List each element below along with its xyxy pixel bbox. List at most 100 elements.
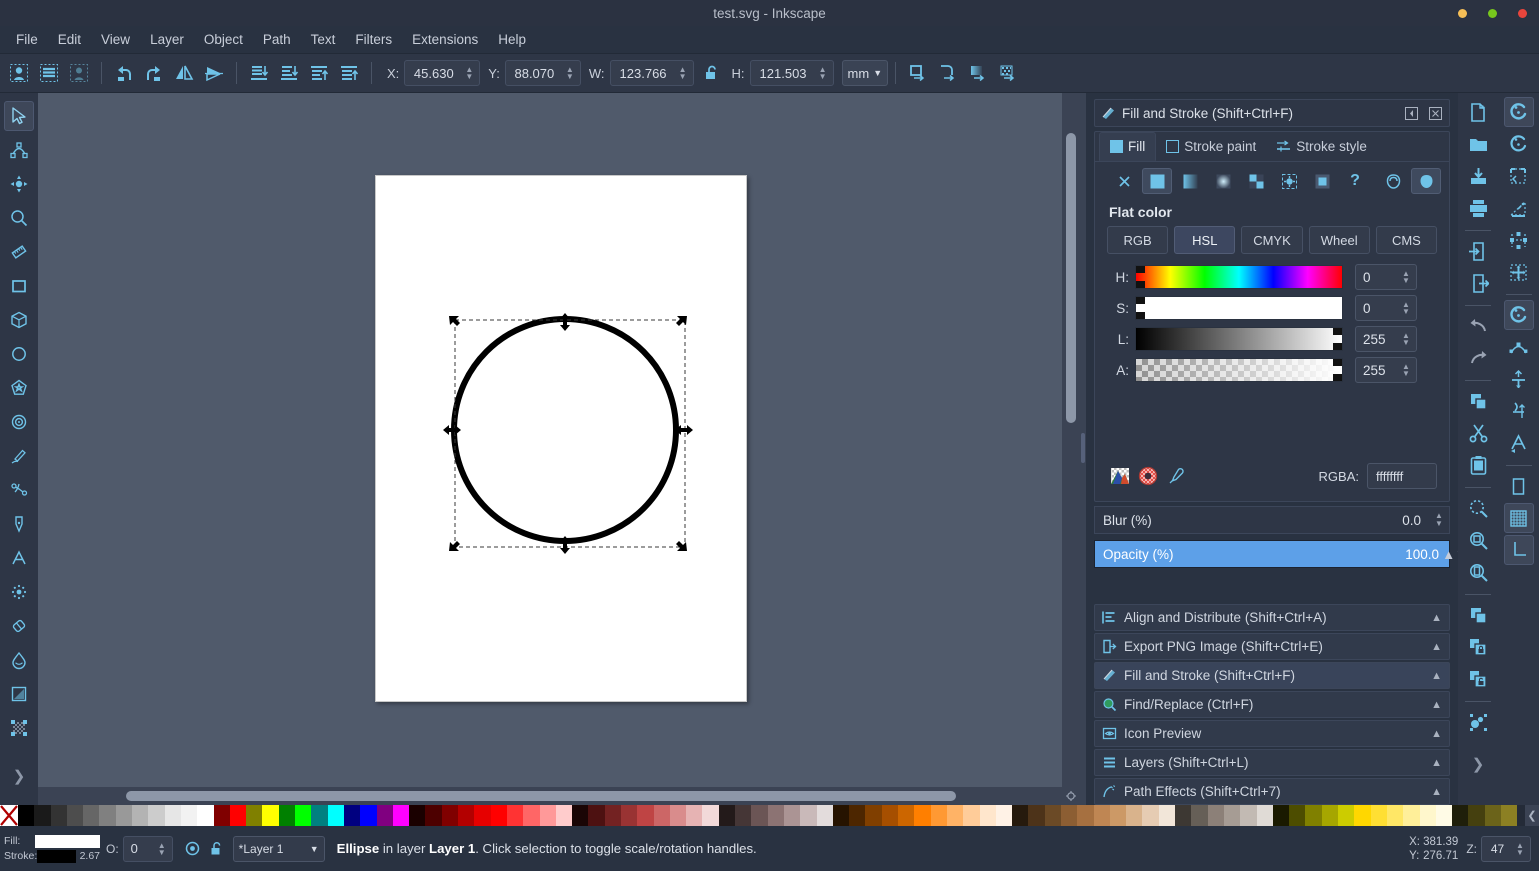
chevron-up-icon[interactable]: ▲: [1431, 670, 1442, 682]
save-icon[interactable]: [1463, 161, 1493, 191]
measure-tool[interactable]: [4, 237, 34, 267]
selector-tool[interactable]: [4, 101, 34, 131]
dock-item-export-png-image[interactable]: Export PNG Image (Shift+Ctrl+E) ▲: [1094, 633, 1450, 660]
gradient-tool[interactable]: [4, 679, 34, 709]
zoom-stepper[interactable]: ▲ ▼: [1513, 841, 1527, 856]
saturation-input[interactable]: 0 ▲ ▼: [1355, 295, 1417, 321]
palette-swatch[interactable]: [392, 805, 410, 826]
flat-square-icon[interactable]: [1142, 168, 1172, 194]
palette-swatch[interactable]: [849, 805, 866, 826]
slider-marker[interactable]: [1333, 374, 1342, 381]
unlocked-icon[interactable]: [205, 837, 229, 861]
close-button[interactable]: [1518, 8, 1527, 18]
layer-selector[interactable]: *Layer 1 ▼: [232, 835, 325, 862]
fill-swatch[interactable]: [34, 834, 100, 848]
height-stepper[interactable]: ▲ ▼: [816, 66, 830, 81]
palette-swatch[interactable]: [1386, 805, 1404, 826]
palette-swatch[interactable]: [197, 805, 214, 826]
palette-swatch[interactable]: [637, 805, 654, 826]
new-file-icon[interactable]: [1463, 97, 1493, 127]
palette-swatch[interactable]: [1126, 805, 1143, 826]
color-mode-wheel[interactable]: Wheel: [1308, 226, 1370, 254]
snap-smooth-icon[interactable]: [1504, 364, 1534, 394]
palette-swatch[interactable]: [1435, 805, 1453, 826]
stroke-swatch[interactable]: [37, 849, 76, 863]
lightness-slider-track[interactable]: [1135, 327, 1343, 351]
color-managed-icon[interactable]: [1109, 465, 1131, 487]
palette-swatch[interactable]: [262, 805, 279, 826]
select-all-icon[interactable]: [5, 59, 33, 87]
menu-help[interactable]: Help: [488, 29, 536, 50]
palette-swatch[interactable]: [1501, 805, 1518, 826]
zoom-drawing-icon[interactable]: [1463, 525, 1493, 555]
palette-swatch[interactable]: [1256, 805, 1273, 826]
select-all-layers-icon[interactable]: [35, 59, 63, 87]
palette-swatch[interactable]: [832, 805, 850, 826]
menu-path[interactable]: Path: [253, 29, 301, 50]
palette-swatch[interactable]: [735, 805, 752, 826]
spiral-tool[interactable]: [4, 407, 34, 437]
scrollbar-thumb[interactable]: [1066, 133, 1076, 423]
palette-swatch[interactable]: [246, 805, 263, 826]
palette-swatch[interactable]: [506, 805, 524, 826]
canvas-area[interactable]: [38, 93, 1080, 805]
rotate-cw-icon[interactable]: [140, 59, 168, 87]
menu-object[interactable]: Object: [194, 29, 253, 50]
slider-marker[interactable]: [1136, 297, 1145, 304]
palette-swatch[interactable]: [1142, 805, 1159, 826]
opacity-stepper[interactable]: ▲▼: [155, 841, 169, 856]
palette-swatch[interactable]: [572, 805, 589, 826]
palette-swatch[interactable]: [490, 805, 507, 826]
nonzero-icon[interactable]: [1411, 168, 1441, 194]
opacity-row[interactable]: Opacity (%) 100.0: [1094, 540, 1450, 568]
group-lock-icon[interactable]: [1463, 632, 1493, 662]
x-icon[interactable]: [1109, 168, 1139, 194]
lightness-stepper[interactable]: ▲ ▼: [1399, 332, 1413, 347]
spray-tool[interactable]: [4, 577, 34, 607]
canvas-vertical-scrollbar[interactable]: [1062, 93, 1080, 787]
height-input[interactable]: 121.503 ▲ ▼: [749, 60, 834, 86]
lower-icon[interactable]: [275, 59, 303, 87]
color-mode-cms[interactable]: CMS: [1375, 226, 1438, 254]
lightness-input[interactable]: 255 ▲ ▼: [1355, 326, 1417, 352]
palette-swatch[interactable]: [995, 805, 1013, 826]
palette-swatch[interactable]: [1338, 805, 1355, 826]
palette-swatch[interactable]: [898, 805, 915, 826]
menu-text[interactable]: Text: [301, 29, 346, 50]
palette-swatch[interactable]: [930, 805, 947, 826]
blur-stepper[interactable]: ▲ ▼: [1431, 512, 1449, 528]
palette-swatch[interactable]: [1158, 805, 1176, 826]
palette-swatch[interactable]: [1452, 805, 1469, 826]
unlocked-icon[interactable]: [698, 59, 726, 87]
evenodd-icon[interactable]: [1378, 168, 1408, 194]
radial-gradient-icon[interactable]: [1208, 168, 1238, 194]
palette-swatch[interactable]: [295, 805, 312, 826]
dock-item-find-replace[interactable]: Find/Replace (Ctrl+F) ▲: [1094, 691, 1450, 718]
hue-stepper[interactable]: ▲ ▼: [1399, 270, 1413, 285]
palette-swatch[interactable]: [1109, 805, 1127, 826]
guide-axis-icon[interactable]: [1503, 535, 1534, 565]
slider-marker[interactable]: [1136, 312, 1145, 319]
snap-midpoint-icon[interactable]: [1504, 396, 1534, 426]
menu-filters[interactable]: Filters: [345, 29, 402, 50]
tab-stroke-paint[interactable]: Stroke paint: [1156, 132, 1266, 161]
tab-stroke-style[interactable]: Stroke style: [1266, 132, 1377, 161]
palette-swatch[interactable]: [783, 805, 801, 826]
color-mode-rgb[interactable]: RGB: [1107, 226, 1169, 254]
export-file-icon[interactable]: [1463, 268, 1493, 298]
y-input[interactable]: 88.070 ▲ ▼: [504, 60, 581, 86]
zoom-page-icon[interactable]: [1463, 557, 1493, 587]
scale-stroke-icon[interactable]: [904, 59, 932, 87]
palette-swatch[interactable]: [474, 805, 491, 826]
palette-swatch[interactable]: [604, 805, 621, 826]
palette-swatch[interactable]: [148, 805, 165, 826]
canvas-viewport[interactable]: [38, 93, 1062, 787]
menu-extensions[interactable]: Extensions: [402, 29, 488, 50]
clipboard-icon[interactable]: [1463, 450, 1493, 480]
box3d-tool[interactable]: [4, 305, 34, 335]
collapse-icon[interactable]: [1403, 105, 1419, 121]
palette-swatch[interactable]: [458, 805, 475, 826]
import-icon[interactable]: [1463, 236, 1493, 266]
flip-horizontal-icon[interactable]: [170, 59, 198, 87]
palette-swatch[interactable]: [164, 805, 181, 826]
